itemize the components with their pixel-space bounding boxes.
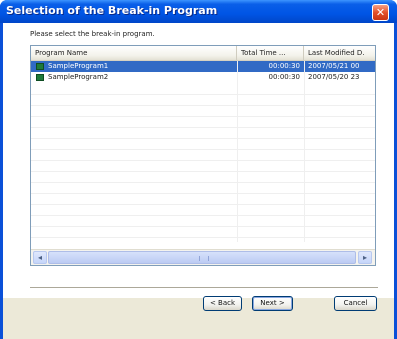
grid-line <box>31 215 375 216</box>
arrow-left-icon: ◂ <box>37 253 42 262</box>
grid-line <box>31 204 375 205</box>
footer-divider <box>30 287 378 291</box>
grid-line <box>31 237 375 238</box>
back-button[interactable]: < Back <box>203 296 242 311</box>
scrollbar-thumb[interactable] <box>48 251 356 264</box>
arrow-right-icon: ▸ <box>362 253 367 262</box>
dialog-window: Selection of the Break-in Program ✕ Plea… <box>0 0 397 339</box>
instruction-text: Please select the break-in program. <box>30 30 155 38</box>
row-program-name: SampleProgram2 <box>48 73 109 81</box>
grid-line <box>31 171 375 172</box>
row-last-modified: 2007/05/21 00 <box>308 62 360 70</box>
grip-icon <box>199 256 209 261</box>
row-total-time: 00:00:30 <box>268 73 300 81</box>
grid-line <box>31 105 375 106</box>
grid-line <box>31 182 375 183</box>
close-button[interactable]: ✕ <box>372 4 389 21</box>
close-icon: ✕ <box>375 6 386 19</box>
grid-line <box>31 226 375 227</box>
grid-line <box>31 193 375 194</box>
grid-line <box>31 149 375 150</box>
horizontal-scrollbar[interactable]: ◂ ▸ <box>31 249 375 265</box>
row-program-name: SampleProgram1 <box>48 62 109 70</box>
grid-column-line <box>304 61 305 242</box>
program-list[interactable]: Program Name Total Time ... Last Modifie… <box>30 45 376 266</box>
scroll-right-button[interactable]: ▸ <box>358 251 372 264</box>
grid-line <box>31 160 375 161</box>
grid-line <box>31 138 375 139</box>
row-last-modified: 2007/05/20 23 <box>308 73 360 81</box>
program-icon <box>36 63 44 70</box>
row-total-time: 00:00:30 <box>268 62 300 70</box>
scroll-left-button[interactable]: ◂ <box>33 251 47 264</box>
list-header: Program Name Total Time ... Last Modifie… <box>31 46 375 61</box>
window-title: Selection of the Break-in Program <box>6 4 218 17</box>
grid-column-line <box>237 61 238 242</box>
title-bar[interactable]: Selection of the Break-in Program ✕ <box>0 0 397 23</box>
column-header-total-time[interactable]: Total Time ... <box>237 46 304 60</box>
column-header-program-name[interactable]: Program Name <box>31 46 237 60</box>
next-button[interactable]: Next > <box>252 296 293 311</box>
grid-line <box>31 127 375 128</box>
program-icon <box>36 74 44 81</box>
grid-line <box>31 94 375 95</box>
list-row-sampleprogram1[interactable]: SampleProgram1 00:00:30 2007/05/21 00 <box>31 61 375 72</box>
list-row-sampleprogram2[interactable]: SampleProgram2 00:00:30 2007/05/20 23 <box>31 72 375 83</box>
cancel-button[interactable]: Cancel <box>334 296 377 311</box>
column-header-last-modified[interactable]: Last Modified D. <box>304 46 375 60</box>
grid-line <box>31 116 375 117</box>
